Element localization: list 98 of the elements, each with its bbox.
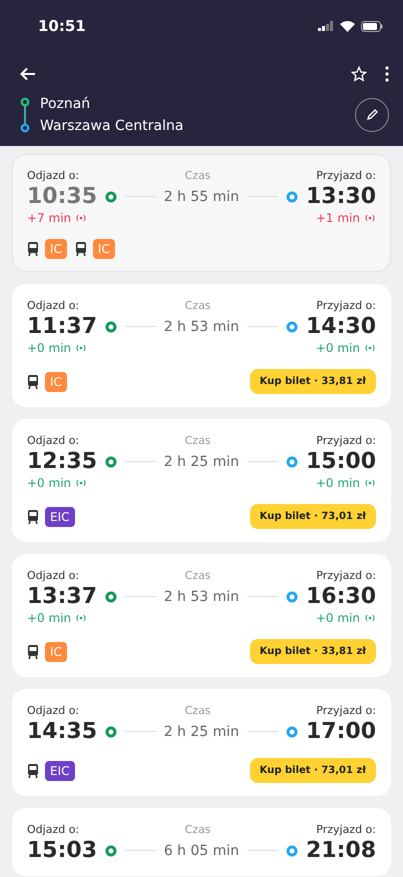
live-signal-icon [364,478,376,488]
departure-label: Odjazd o: [27,823,80,836]
train-icon [74,241,87,257]
travel-duration: 6 h 05 min [164,842,240,858]
departure-time: 15:03 [27,838,98,863]
origin-station: Poznań [40,96,92,112]
departure-delay: +0 min [27,341,88,355]
origin-dot-icon [105,844,118,856]
train-category-badge: IC [45,239,67,259]
departure-label: Odjazd o: [27,569,80,582]
departure-time: 12:35 [27,449,98,474]
back-arrow-icon[interactable] [20,67,36,81]
arrival-label: Przyjazd o: [316,434,376,447]
arrival-label: Przyjazd o: [316,704,376,717]
duration-label: Czas [184,299,211,312]
live-signal-icon [364,343,376,353]
train-icon [27,374,39,390]
train-icon [27,241,39,257]
destination-dot-icon [286,190,298,202]
destination-dot-icon [286,590,298,602]
arrival-time: 14:30 [306,314,376,339]
arrival-label: Przyjazd o: [316,569,376,582]
origin-dot-icon [105,726,118,738]
arrival-time: 15:00 [306,449,376,474]
travel-duration: 2 h 25 min [164,454,240,470]
departure-label: Odjazd o: [27,434,80,447]
destination-dot-icon [286,726,298,738]
train-category-badge: IC [92,239,115,259]
arrival-delay: +0 min [316,611,376,625]
destination-station: Warszawa Centralna [40,118,184,134]
route-line-icon [20,97,30,133]
arrival-delay: +0 min [316,476,376,490]
connection-card[interactable]: Odjazd o: Czas Przyjazd o: 13:37 2 h 53 min 16:30 +0 min +0 min IC Kup bilet · 33,81 zł [12,554,391,677]
destination-dot-icon [286,844,298,856]
arrival-label: Przyjazd o: [316,169,376,182]
train-icon [27,644,39,660]
departure-label: Odjazd o: [27,704,80,717]
buy-ticket-button[interactable]: Kup bilet · 73,01 zł [250,504,376,529]
connection-card[interactable]: Odjazd o: Czas Przyjazd o: 15:03 6 h 05 min 21:08 [12,808,391,876]
more-menu-icon[interactable] [385,66,389,82]
buy-ticket-button[interactable]: Kup bilet · 73,01 zł [250,758,376,783]
duration-label: Czas [184,704,211,717]
connection-card[interactable]: Odjazd o: Czas Przyjazd o: 10:35 2 h 55 min 13:30 +7 min +1 min IC IC [12,154,391,272]
origin-dot-icon [105,190,118,202]
destination-dot-icon [286,456,298,468]
travel-duration: 2 h 25 min [164,724,240,740]
arrival-delay: +1 min [316,211,376,225]
edit-route-button[interactable] [355,98,389,132]
live-signal-icon [364,213,376,223]
arrival-time: 17:00 [306,719,376,744]
connection-card[interactable]: Odjazd o: Czas Przyjazd o: 11:37 2 h 53 min 14:30 +0 min +0 min IC Kup bilet · 33,81 zł [12,284,391,407]
live-signal-icon [75,478,88,488]
connection-card[interactable]: Odjazd o: Czas Przyjazd o: 12:35 2 h 25 min 15:00 +0 min +0 min EIC Kup bilet · 73,01 zł [12,419,391,542]
departure-delay: +0 min [27,476,88,490]
travel-duration: 2 h 55 min [164,188,240,204]
duration-label: Czas [184,569,211,582]
destination-dot-icon [286,320,298,332]
train-category-badge: IC [45,642,67,662]
status-time: 10:51 [38,17,86,35]
arrival-label: Przyjazd o: [316,823,376,836]
live-signal-icon [75,613,88,623]
battery-icon [361,20,383,32]
train-category-badge: IC [45,372,67,392]
duration-label: Czas [184,169,211,182]
origin-dot-icon [105,456,118,468]
departure-time: 13:37 [27,584,98,609]
live-signal-icon [75,213,88,223]
train-icon [27,762,39,778]
arrival-time: 13:30 [306,184,376,209]
departure-time: 10:35 [27,184,98,209]
departure-time: 14:35 [27,719,98,744]
buy-ticket-button[interactable]: Kup bilet · 33,81 zł [250,639,376,664]
duration-label: Czas [184,823,211,836]
origin-dot-icon [105,590,118,602]
star-icon[interactable] [351,66,367,82]
departure-delay: +7 min [27,211,88,225]
train-icon [27,508,39,524]
train-category-badge: EIC [45,760,74,780]
live-signal-icon [364,613,376,623]
arrival-delay: +0 min [316,341,376,355]
duration-label: Czas [184,434,211,447]
wifi-icon [340,20,355,32]
departure-delay: +0 min [27,611,88,625]
departure-label: Odjazd o: [27,299,80,312]
travel-duration: 2 h 53 min [164,318,240,334]
pencil-icon [365,108,379,122]
origin-dot-icon [105,320,118,332]
buy-ticket-button[interactable]: Kup bilet · 33,81 zł [250,369,376,394]
live-signal-icon [75,343,88,353]
arrival-time: 21:08 [306,838,376,863]
arrival-time: 16:30 [306,584,376,609]
arrival-label: Przyjazd o: [316,299,376,312]
departure-time: 11:37 [27,314,98,339]
departure-label: Odjazd o: [27,169,80,182]
connection-card[interactable]: Odjazd o: Czas Przyjazd o: 14:35 2 h 25 min 17:00 EIC Kup bilet · 73,01 zł [12,689,391,796]
signal-icon [318,21,334,31]
train-category-badge: EIC [45,506,74,526]
travel-duration: 2 h 53 min [164,588,240,604]
